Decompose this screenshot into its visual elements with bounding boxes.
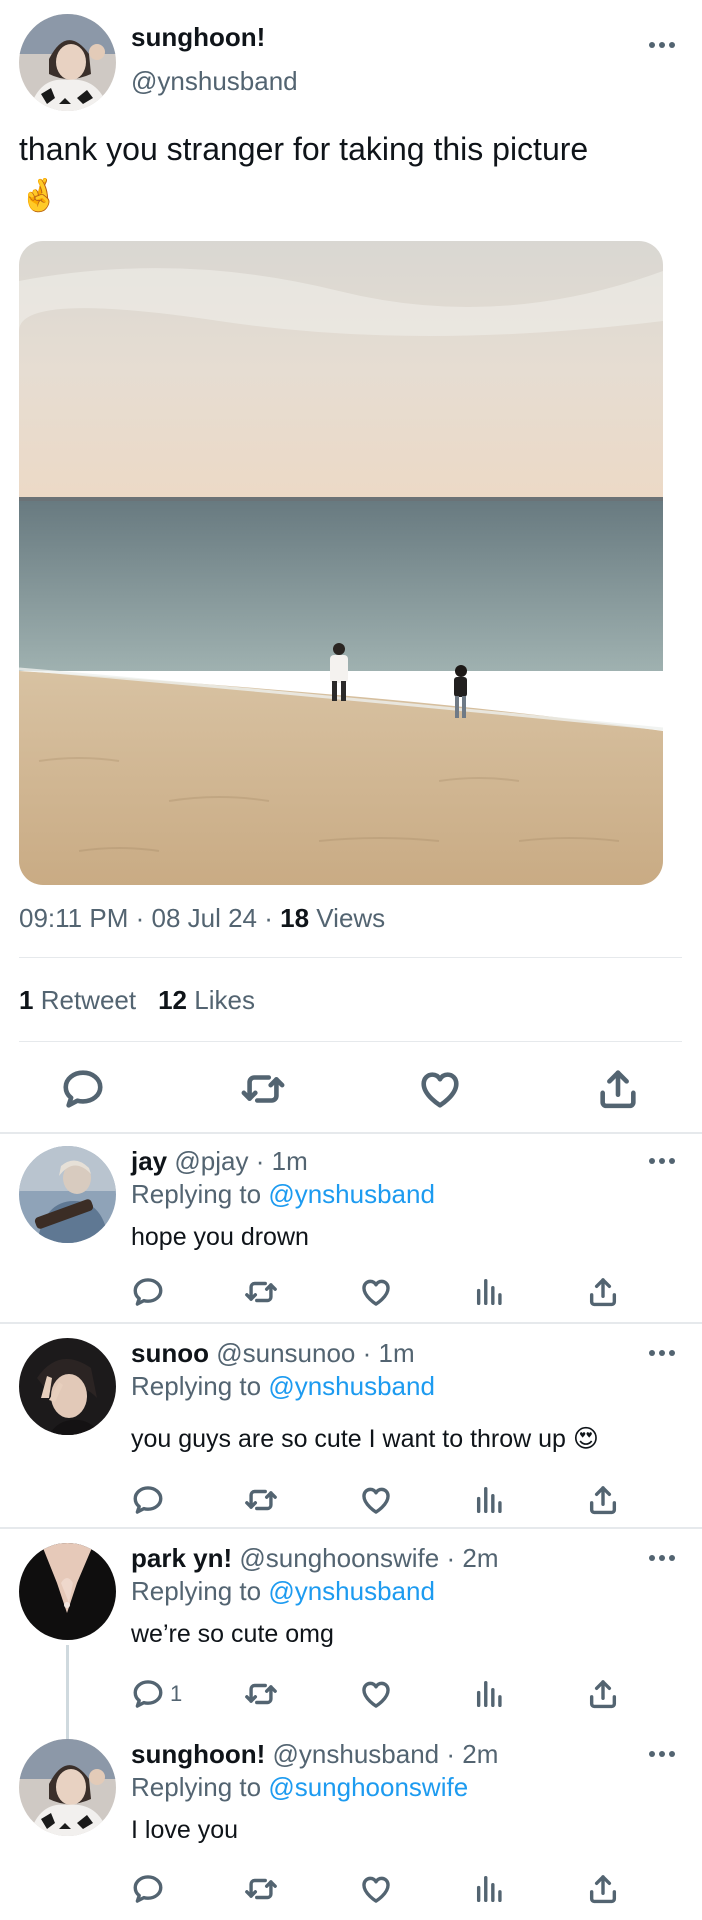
more-icon[interactable] [646, 1743, 678, 1765]
likes-stat[interactable]: 12 Likes [158, 985, 255, 1015]
reply-actions [0, 1872, 702, 1912]
reply-time: 1m [271, 1146, 308, 1176]
retweets-count: 1 [19, 985, 34, 1015]
tweet-date: 08 Jul 24 [151, 903, 258, 933]
divider [0, 1322, 702, 1324]
reply-icon[interactable] [131, 1677, 165, 1711]
replying-mention[interactable]: @sunghoonswife [268, 1772, 468, 1802]
like-icon[interactable] [359, 1677, 393, 1711]
avatar[interactable] [19, 14, 116, 111]
reply-handle[interactable]: @sunsunoo [216, 1338, 355, 1368]
tweet-meta: 09:11 PM · 08 Jul 24 · 18 Views [19, 903, 386, 933]
replying-to: Replying to @sunghoonswife [131, 1772, 468, 1803]
tweet-text-body: thank you stranger for taking this pictu… [19, 131, 589, 167]
reply-header: jay @pjay · 1m [131, 1146, 308, 1176]
reply-text: I love you [131, 1816, 239, 1844]
share-icon[interactable] [586, 1483, 620, 1517]
reply-icon[interactable] [131, 1872, 165, 1906]
share-icon[interactable] [595, 1066, 641, 1112]
reply-display-name[interactable]: jay [131, 1146, 167, 1176]
views-icon[interactable] [473, 1677, 507, 1711]
views-icon[interactable] [473, 1872, 507, 1906]
reply-header: sunghoon! @ynshusband · 2m [131, 1739, 499, 1769]
divider [19, 957, 682, 958]
reply-header: park yn! @sunghoonswife · 2m [131, 1543, 499, 1573]
divider [19, 1041, 682, 1042]
retweet-icon[interactable] [244, 1275, 278, 1309]
reply-text: we’re so cute omg [131, 1620, 334, 1648]
replying-prefix: Replying to [131, 1179, 262, 1209]
reply-text: you guys are so cute I want to throw up … [131, 1424, 599, 1454]
like-icon[interactable] [359, 1872, 393, 1906]
divider [0, 1132, 702, 1134]
tweet-stats: 1 Retweet 12 Likes [19, 985, 255, 1016]
replying-prefix: Replying to [131, 1576, 262, 1606]
reply-handle[interactable]: @ynshusband [273, 1739, 440, 1769]
avatar[interactable] [19, 1739, 116, 1836]
display-name[interactable]: sunghoon! [131, 22, 265, 53]
tweet-text: thank you stranger for taking this pictu… [19, 126, 679, 218]
tweet-photo[interactable] [19, 241, 663, 885]
replying-mention[interactable]: @ynshusband [268, 1179, 435, 1209]
reply-header: sunoo @sunsunoo · 1m [131, 1338, 415, 1368]
avatar[interactable] [19, 1338, 116, 1435]
reply-time: 1m [378, 1338, 415, 1368]
likes-label: Likes [194, 985, 255, 1015]
reply-icon[interactable] [131, 1483, 165, 1517]
reply-icon[interactable] [131, 1275, 165, 1309]
crossed-fingers-emoji: 🤞 [19, 177, 59, 213]
tweet-actions [0, 1060, 702, 1116]
reply-display-name[interactable]: park yn! [131, 1543, 232, 1573]
retweets-stat[interactable]: 1 Retweet [19, 985, 136, 1015]
replying-to: Replying to @ynshusband [131, 1371, 435, 1402]
share-icon[interactable] [586, 1872, 620, 1906]
reply-count: 1 [170, 1681, 183, 1706]
reply-time: 2m [462, 1739, 499, 1769]
more-icon[interactable] [646, 1342, 678, 1364]
reply-time: 2m [462, 1543, 499, 1573]
replying-mention[interactable]: @ynshusband [268, 1576, 435, 1606]
replying-mention[interactable]: @ynshusband [268, 1371, 435, 1401]
views-icon[interactable] [473, 1275, 507, 1309]
share-icon[interactable] [586, 1677, 620, 1711]
reply-actions: 1 [0, 1677, 702, 1717]
views-label: Views [316, 903, 386, 933]
replying-to: Replying to @ynshusband [131, 1179, 435, 1210]
like-icon[interactable] [359, 1275, 393, 1309]
more-icon[interactable] [646, 1150, 678, 1172]
reply-display-name[interactable]: sunghoon! [131, 1739, 265, 1769]
retweet-icon[interactable] [244, 1483, 278, 1517]
reply-icon[interactable] [60, 1066, 106, 1112]
divider [0, 1527, 702, 1529]
likes-count: 12 [158, 985, 188, 1015]
like-icon[interactable] [359, 1483, 393, 1517]
share-icon[interactable] [586, 1275, 620, 1309]
retweet-icon[interactable] [244, 1872, 278, 1906]
replying-prefix: Replying to [131, 1371, 262, 1401]
reply-actions [0, 1275, 702, 1315]
replying-prefix: Replying to [131, 1772, 262, 1802]
more-icon[interactable] [646, 34, 678, 56]
reply-text: hope you drown [131, 1223, 309, 1251]
retweet-icon[interactable] [240, 1066, 286, 1112]
views-count: 18 [280, 903, 310, 933]
more-icon[interactable] [646, 1547, 678, 1569]
reply-display-name[interactable]: sunoo [131, 1338, 209, 1368]
retweets-label: Retweet [40, 985, 137, 1015]
replying-to: Replying to @ynshusband [131, 1576, 435, 1607]
retweet-icon[interactable] [244, 1677, 278, 1711]
user-handle[interactable]: @ynshusband [131, 66, 298, 97]
avatar[interactable] [19, 1543, 116, 1640]
reply-text-body: you guys are so cute I want to throw up [131, 1425, 566, 1453]
reply-handle[interactable]: @sunghoonswife [239, 1543, 439, 1573]
tweet-time: 09:11 PM [19, 903, 129, 933]
reply-actions [0, 1483, 702, 1523]
views-icon[interactable] [473, 1483, 507, 1517]
avatar[interactable] [19, 1146, 116, 1243]
heart-eyes-emoji: 😍 [572, 1425, 599, 1453]
like-icon[interactable] [417, 1066, 463, 1112]
reply-handle[interactable]: @pjay [174, 1146, 248, 1176]
